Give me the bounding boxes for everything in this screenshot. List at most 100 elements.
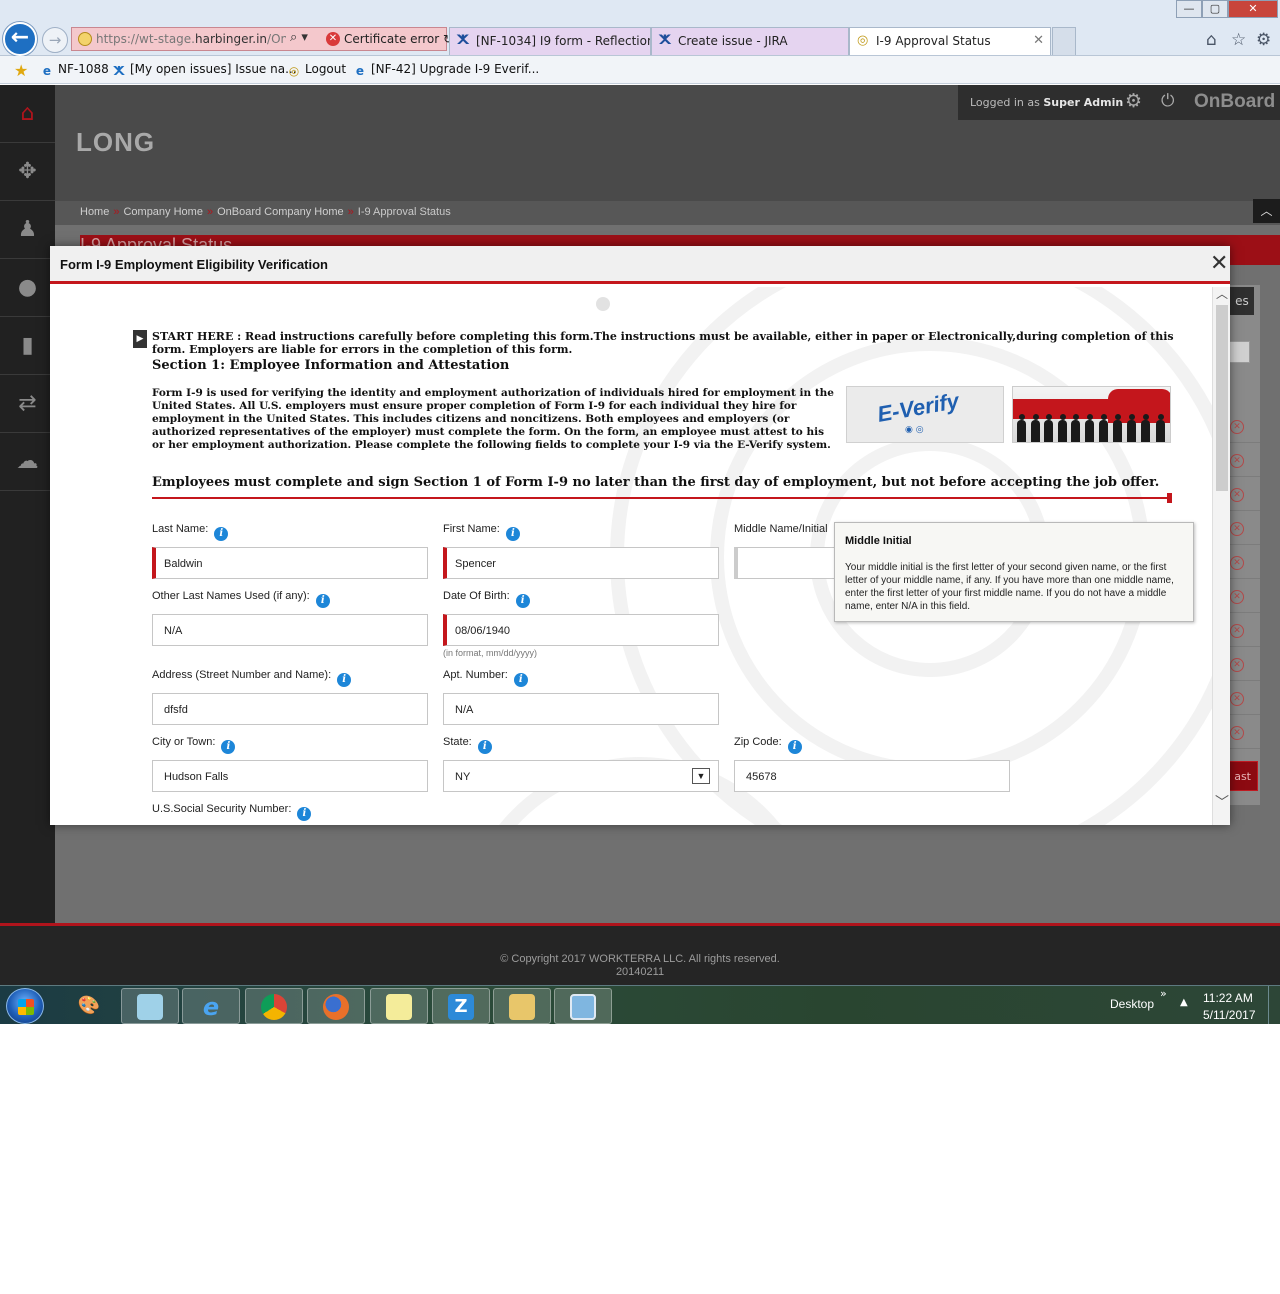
chevron-down-icon[interactable]: ﹀ xyxy=(1213,793,1230,813)
delete-icon[interactable]: ✕ xyxy=(1230,454,1244,468)
breadcrumb-company-home[interactable]: Company Home xyxy=(123,206,202,218)
show-desktop-button[interactable] xyxy=(1268,986,1280,1024)
info-icon[interactable]: i xyxy=(505,527,520,541)
certificate-error-label[interactable]: Certificate error ↻ xyxy=(344,32,453,46)
info-icon[interactable]: i xyxy=(214,527,229,541)
user-box: Logged in as Super Admin ⚙ ⏻ OnBoard xyxy=(958,85,1280,120)
favorite-logout[interactable]: ◎ Logout xyxy=(287,62,346,78)
delete-icon[interactable]: ✕ xyxy=(1230,726,1244,740)
scroll-top-button[interactable]: ︿ xyxy=(1253,199,1280,223)
first-name-input[interactable]: Spencer xyxy=(443,547,719,579)
info-icon[interactable]: i xyxy=(513,673,528,687)
delete-icon[interactable]: ✕ xyxy=(1230,658,1244,672)
delete-icon[interactable]: ✕ xyxy=(1230,692,1244,706)
delete-icon[interactable]: ✕ xyxy=(1230,420,1244,434)
last-name-label: Last Name: i xyxy=(152,523,229,541)
remote-desktop-button[interactable] xyxy=(554,988,612,1024)
info-icon[interactable]: i xyxy=(315,594,330,608)
ie-page-icon: e xyxy=(42,64,52,78)
background-row: ✕ xyxy=(1230,515,1260,545)
favorite-nf-42[interactable]: e [NF-42] Upgrade I-9 Everif... xyxy=(353,62,539,78)
date-of-birth-input[interactable]: 08/06/1940 xyxy=(443,614,719,646)
clock-date[interactable]: 5/11/2017 xyxy=(1203,1008,1256,1022)
tray-expand-icon[interactable]: ▲ xyxy=(1180,997,1188,1008)
tab-jira-nf-1034[interactable]: ⵅ [NF-1034] I9 form - Reflection ... xyxy=(449,27,651,55)
chrome-icon xyxy=(261,994,287,1020)
breadcrumb-onboard-company-home[interactable]: OnBoard Company Home xyxy=(217,206,344,218)
user-icon[interactable]: ● xyxy=(0,259,55,317)
start-button[interactable] xyxy=(6,988,44,1024)
info-icon[interactable]: i xyxy=(297,807,312,821)
city-label: City or Town: i xyxy=(152,736,236,754)
chevron-up-icon[interactable]: ︿ xyxy=(1213,287,1230,301)
info-icon[interactable]: i xyxy=(221,740,236,754)
delete-icon[interactable]: ✕ xyxy=(1230,556,1244,570)
home-icon[interactable]: ⌂ xyxy=(1206,30,1217,50)
paint-app-button[interactable]: 🎨 xyxy=(60,988,118,1024)
background-button[interactable]: es xyxy=(1230,287,1254,315)
search-icon[interactable]: ⌕ ▾ xyxy=(290,30,308,45)
person-silhouette xyxy=(1058,414,1067,442)
firefox-app-button[interactable] xyxy=(307,988,365,1024)
bar-chart-icon[interactable]: ▮ xyxy=(0,317,55,375)
zip-input[interactable]: 45678 xyxy=(734,760,1010,792)
other-last-names-input[interactable]: N/A xyxy=(152,614,428,646)
delete-icon[interactable]: ✕ xyxy=(1230,590,1244,604)
chevron-down-icon[interactable]: ▼ xyxy=(692,768,710,784)
add-favorite-icon[interactable]: ★ xyxy=(14,61,28,80)
double-chevron-icon[interactable]: » xyxy=(1160,987,1167,1000)
chrome-app-button[interactable] xyxy=(245,988,303,1024)
scrollbar-thumb[interactable] xyxy=(1216,305,1228,491)
tab-label: [NF-1034] I9 form - Reflection ... xyxy=(476,34,651,48)
copyright: © Copyright 2017 WORKTERRA LLC. All righ… xyxy=(500,953,780,965)
user-star-icon[interactable]: ♟ xyxy=(0,201,55,259)
settings-gear-icon[interactable]: ⚙ xyxy=(1125,90,1142,112)
chat-icon[interactable]: ☁ xyxy=(0,433,55,491)
power-icon[interactable]: ⏻ xyxy=(1161,91,1174,111)
new-tab-button[interactable] xyxy=(1052,27,1076,55)
delete-icon[interactable]: ✕ xyxy=(1230,488,1244,502)
window-close-button[interactable]: ✕ xyxy=(1228,0,1278,18)
favorites-bar: ★ e NF-1088 ⵅ [My open issues] Issue na...… xyxy=(0,56,1280,84)
breadcrumb-home[interactable]: Home xyxy=(80,206,109,218)
delete-icon[interactable]: ✕ xyxy=(1230,624,1244,638)
file-explorer-button[interactable] xyxy=(493,988,551,1024)
info-icon[interactable]: i xyxy=(477,740,492,754)
back-button[interactable]: ← xyxy=(3,22,37,56)
address-input[interactable]: dfsfd xyxy=(152,693,428,725)
intro-text: Form I-9 is used for verifying the ident… xyxy=(152,387,834,451)
clock-time[interactable]: 11:22 AM xyxy=(1203,991,1253,1005)
last-name-input[interactable]: Baldwin xyxy=(152,547,428,579)
transfer-icon[interactable]: ⇄ xyxy=(0,375,55,433)
favorite-my-open-issues[interactable]: ⵅ [My open issues] Issue na... xyxy=(112,62,297,78)
desktop-toolbar-label[interactable]: Desktop xyxy=(1110,997,1154,1011)
forward-button[interactable]: → xyxy=(42,27,68,53)
modal-scrollbar[interactable]: ︿ ﹀ xyxy=(1212,287,1230,825)
notepad-app-button[interactable] xyxy=(121,988,179,1024)
certificate-error-icon[interactable]: ✕ xyxy=(326,32,340,46)
internet-explorer-button[interactable]: e xyxy=(182,988,240,1024)
apt-number-input[interactable]: N/A xyxy=(443,693,719,725)
address-url[interactable]: https://wt-stage.harbinger.in/OnBo xyxy=(96,32,286,46)
city-input[interactable]: Hudson Falls xyxy=(152,760,428,792)
window-maximize-button[interactable]: ▢ xyxy=(1202,0,1228,18)
info-icon[interactable]: i xyxy=(337,673,352,687)
favorite-nf-1088[interactable]: e NF-1088 xyxy=(40,62,109,78)
close-icon[interactable]: ✕ xyxy=(1210,252,1228,276)
tab-i9-approval-status[interactable]: ◎ I-9 Approval Status ✕ xyxy=(849,27,1051,55)
gear-icon[interactable]: ⚙ xyxy=(1256,30,1271,50)
home-icon[interactable]: ⌂ xyxy=(0,85,55,143)
address-bar[interactable]: https://wt-stage.harbinger.in/OnBo ⌕ ▾ ✕… xyxy=(71,27,453,51)
state-select[interactable]: NY ▼ xyxy=(443,760,719,792)
delete-icon[interactable]: ✕ xyxy=(1230,522,1244,536)
sticky-notes-button[interactable] xyxy=(370,988,428,1024)
info-icon[interactable]: i xyxy=(787,740,802,754)
background-row: ✕ xyxy=(1230,481,1260,511)
tab-create-issue[interactable]: ⵅ Create issue - JIRA xyxy=(651,27,849,55)
zoom-app-button[interactable]: Z xyxy=(432,988,490,1024)
info-icon[interactable]: i xyxy=(515,594,530,608)
favorites-star-icon[interactable]: ☆ xyxy=(1231,30,1246,50)
puzzle-icon[interactable]: ✥ xyxy=(0,143,55,201)
close-tab-icon[interactable]: ✕ xyxy=(1033,33,1044,48)
window-minimize-button[interactable]: — xyxy=(1176,0,1202,18)
